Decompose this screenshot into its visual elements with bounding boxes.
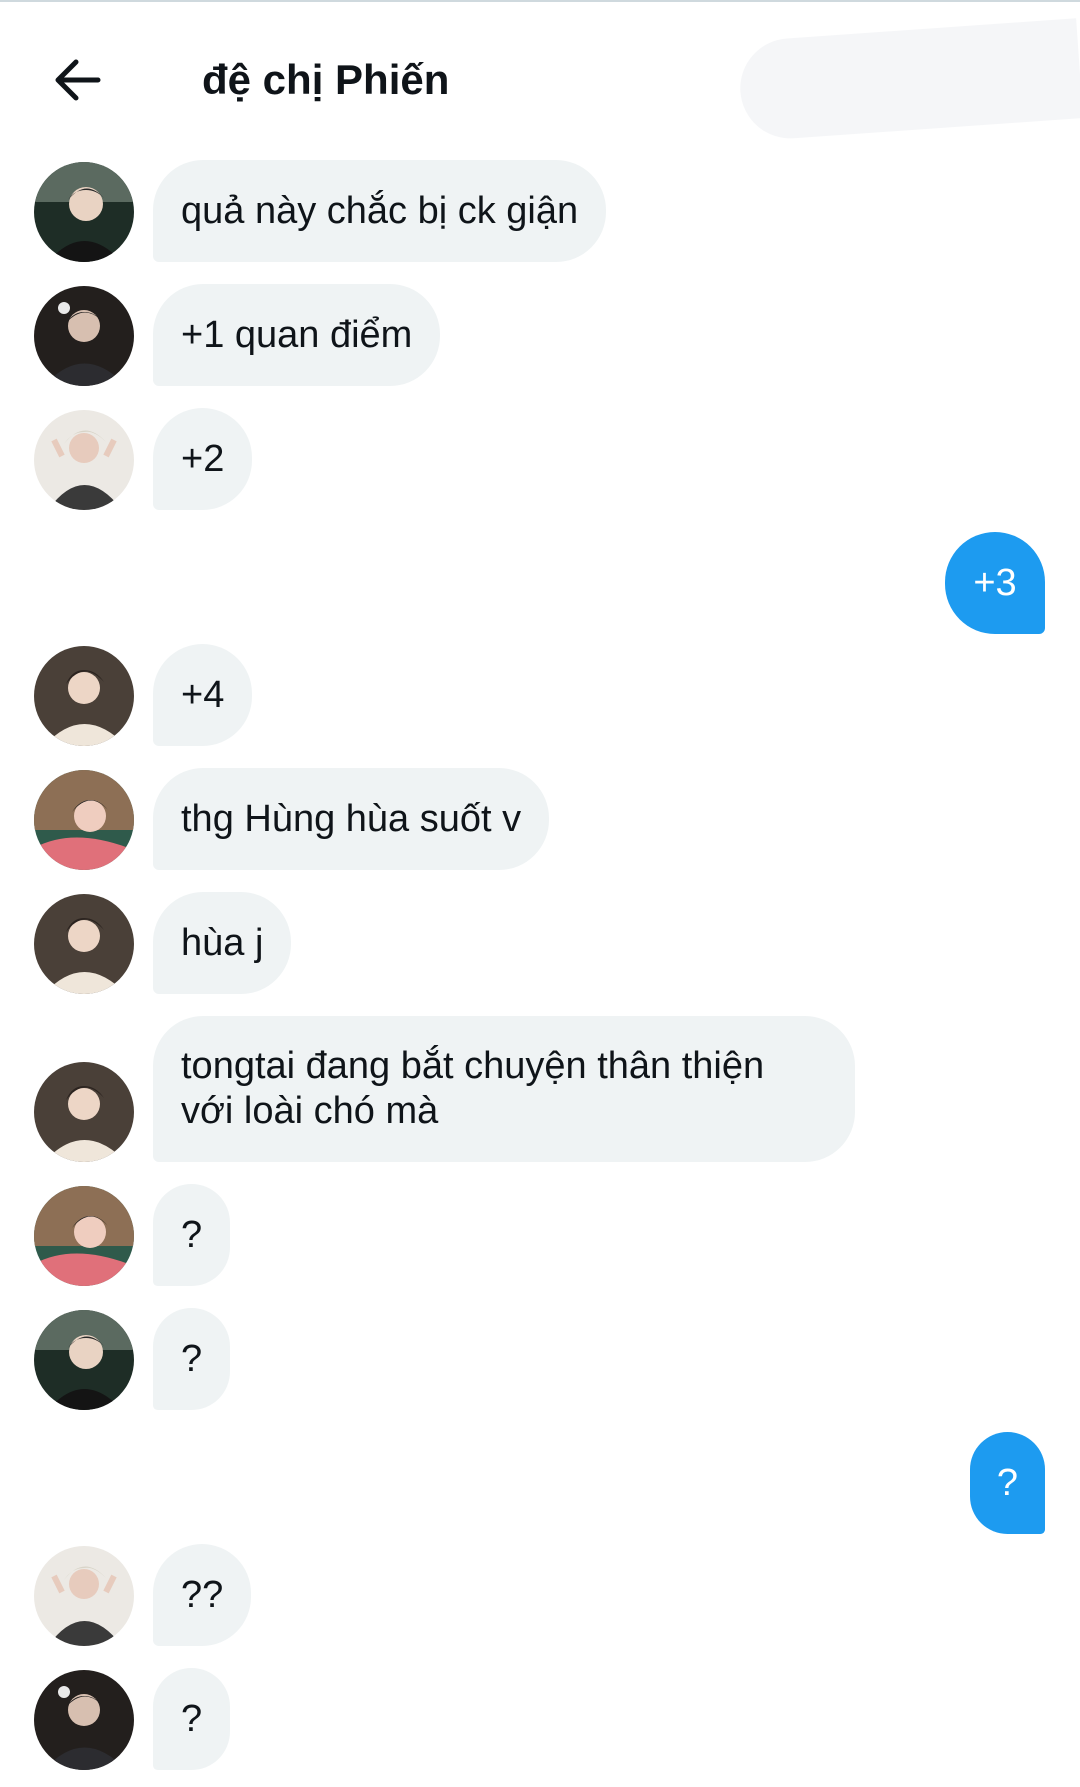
message-bubble[interactable]: ?: [153, 1668, 231, 1770]
message-row: +3: [0, 532, 1080, 636]
message-row: ?: [0, 1668, 1080, 1772]
message-bubble[interactable]: ?: [153, 1308, 231, 1410]
avatar[interactable]: [34, 646, 134, 746]
message-row: thg Hùng hùa suốt v: [0, 768, 1080, 872]
message-list: quả này chắc bị ck giận +1 quan điểm +2 …: [0, 0, 1080, 1787]
avatar[interactable]: [34, 410, 134, 510]
message-row: quả này chắc bị ck giận: [0, 160, 1080, 264]
avatar[interactable]: [34, 286, 134, 386]
message-bubble[interactable]: ??: [153, 1544, 252, 1646]
message-bubble[interactable]: +1 quan điểm: [153, 284, 441, 386]
avatar[interactable]: [34, 1310, 134, 1410]
message-bubble[interactable]: thg Hùng hùa suốt v: [153, 768, 550, 870]
message-bubble[interactable]: +4: [153, 644, 253, 746]
message-bubble[interactable]: +2: [153, 408, 253, 510]
message-bubble-outgoing[interactable]: +3: [945, 532, 1045, 634]
avatar[interactable]: [34, 894, 134, 994]
avatar[interactable]: [34, 1546, 134, 1646]
message-row: ?: [0, 1184, 1080, 1288]
avatar[interactable]: [34, 162, 134, 262]
message-bubble[interactable]: tongtai đang bắt chuyện thân thiện với l…: [153, 1016, 855, 1162]
avatar[interactable]: [34, 1186, 134, 1286]
message-row: tongtai đang bắt chuyện thân thiện với l…: [0, 1016, 1080, 1164]
message-bubble[interactable]: hùa j: [153, 892, 292, 994]
message-row: ??: [0, 1544, 1080, 1648]
message-bubble[interactable]: quả này chắc bị ck giận: [153, 160, 607, 262]
message-row: +2: [0, 408, 1080, 512]
message-row: +1 quan điểm: [0, 284, 1080, 388]
message-row: ?: [0, 1308, 1080, 1412]
avatar[interactable]: [34, 1062, 134, 1162]
message-row: ?: [0, 1432, 1080, 1536]
avatar[interactable]: [34, 770, 134, 870]
avatar[interactable]: [34, 1670, 134, 1770]
message-bubble[interactable]: ?: [153, 1184, 231, 1286]
message-bubble-outgoing[interactable]: ?: [970, 1432, 1045, 1534]
message-row: +4: [0, 644, 1080, 748]
message-row: hùa j: [0, 892, 1080, 996]
